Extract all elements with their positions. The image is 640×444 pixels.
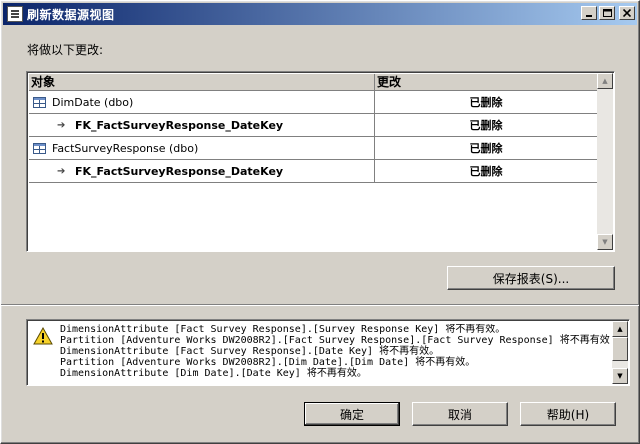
minimize-icon [586,15,592,17]
arrow-icon: ➔ [57,119,66,131]
change-cell: 已删除 [469,165,503,178]
arrow-icon: ➔ [57,165,66,177]
minimize-button[interactable] [581,6,597,20]
scroll-thumb[interactable] [612,337,628,361]
save-report-button[interactable]: 保存报表(S)... [447,266,615,290]
changes-prompt: 将做以下更改: [27,43,104,57]
message-line: Partition [Adventure Works DW2008R2].[Fa… [60,335,610,346]
warning-icon [33,327,53,345]
title-bar-buttons [581,6,635,20]
scroll-down-icon: ▼ [617,372,623,380]
object-name: FK_FactSurveyResponse_DateKey [75,164,284,178]
grid-row[interactable]: DimDate (dbo) 已删除 [29,91,597,114]
column-header-object[interactable]: 对象 [29,74,375,90]
object-name: FactSurveyResponse (dbo) [52,141,199,155]
messages-panel[interactable]: DimensionAttribute [Fact Survey Response… [26,319,630,386]
messages-vertical-scrollbar[interactable]: ▲ ▼ [612,321,628,384]
scroll-up-button[interactable]: ▲ [612,321,628,337]
object-name: DimDate (dbo) [52,95,134,109]
table-icon [33,96,46,108]
cancel-button[interactable]: 取消 [412,402,508,426]
separator [1,304,639,306]
refresh-dsv-dialog: 刷新数据源视图 将做以下更改: 对象 更改 DimDate (dbo) 已删除 … [0,0,640,444]
window-title: 刷新数据源视图 [27,7,115,22]
grid-row[interactable]: ➔ FK_FactSurveyResponse_DateKey 已删除 [29,114,597,137]
scroll-up-icon: ▲ [617,325,623,333]
change-cell: 已删除 [469,142,503,155]
grid-vertical-scrollbar[interactable]: ▲ ▼ [597,73,613,250]
changes-grid-body: 对象 更改 DimDate (dbo) 已删除 ➔ FK_FactSurveyR… [29,74,597,251]
ok-button[interactable]: 确定 [304,402,400,426]
document-icon [7,6,23,22]
scroll-up-button[interactable]: ▲ [597,73,613,89]
object-name: FK_FactSurveyResponse_DateKey [75,118,284,132]
scroll-down-button[interactable]: ▼ [597,234,613,250]
column-header-change[interactable]: 更改 [375,74,597,90]
message-line: Partition [Adventure Works DW2008R2].[Di… [60,357,476,368]
close-button[interactable] [619,6,635,20]
grid-row[interactable]: FactSurveyResponse (dbo) 已删除 [29,137,597,160]
grid-header: 对象 更改 [29,74,597,91]
scroll-down-icon: ▼ [602,238,608,246]
maximize-button[interactable] [599,6,615,20]
grid-row[interactable]: ➔ FK_FactSurveyResponse_DateKey 已删除 [29,160,597,183]
change-cell: 已删除 [469,119,503,132]
maximize-icon [602,9,612,17]
message-line: DimensionAttribute [Fact Survey Response… [60,346,440,357]
object-cell: FactSurveyResponse (dbo) [29,137,375,159]
changes-grid[interactable]: 对象 更改 DimDate (dbo) 已删除 ➔ FK_FactSurveyR… [26,71,615,252]
help-button[interactable]: 帮助(H) [520,402,616,426]
scroll-up-icon: ▲ [602,77,608,85]
change-cell: 已删除 [469,96,503,109]
table-icon [33,142,46,154]
title-bar[interactable]: 刷新数据源视图 [3,3,637,25]
object-cell: ➔ FK_FactSurveyResponse_DateKey [29,114,375,136]
object-cell: DimDate (dbo) [29,91,375,113]
message-line: DimensionAttribute [Fact Survey Response… [60,324,506,335]
close-icon [623,9,631,17]
scroll-down-button[interactable]: ▼ [612,368,628,384]
object-cell: ➔ FK_FactSurveyResponse_DateKey [29,160,375,182]
messages-list: DimensionAttribute [Fact Survey Response… [60,324,615,379]
message-line: DimensionAttribute [Dim Date].[Date Key]… [60,368,367,379]
